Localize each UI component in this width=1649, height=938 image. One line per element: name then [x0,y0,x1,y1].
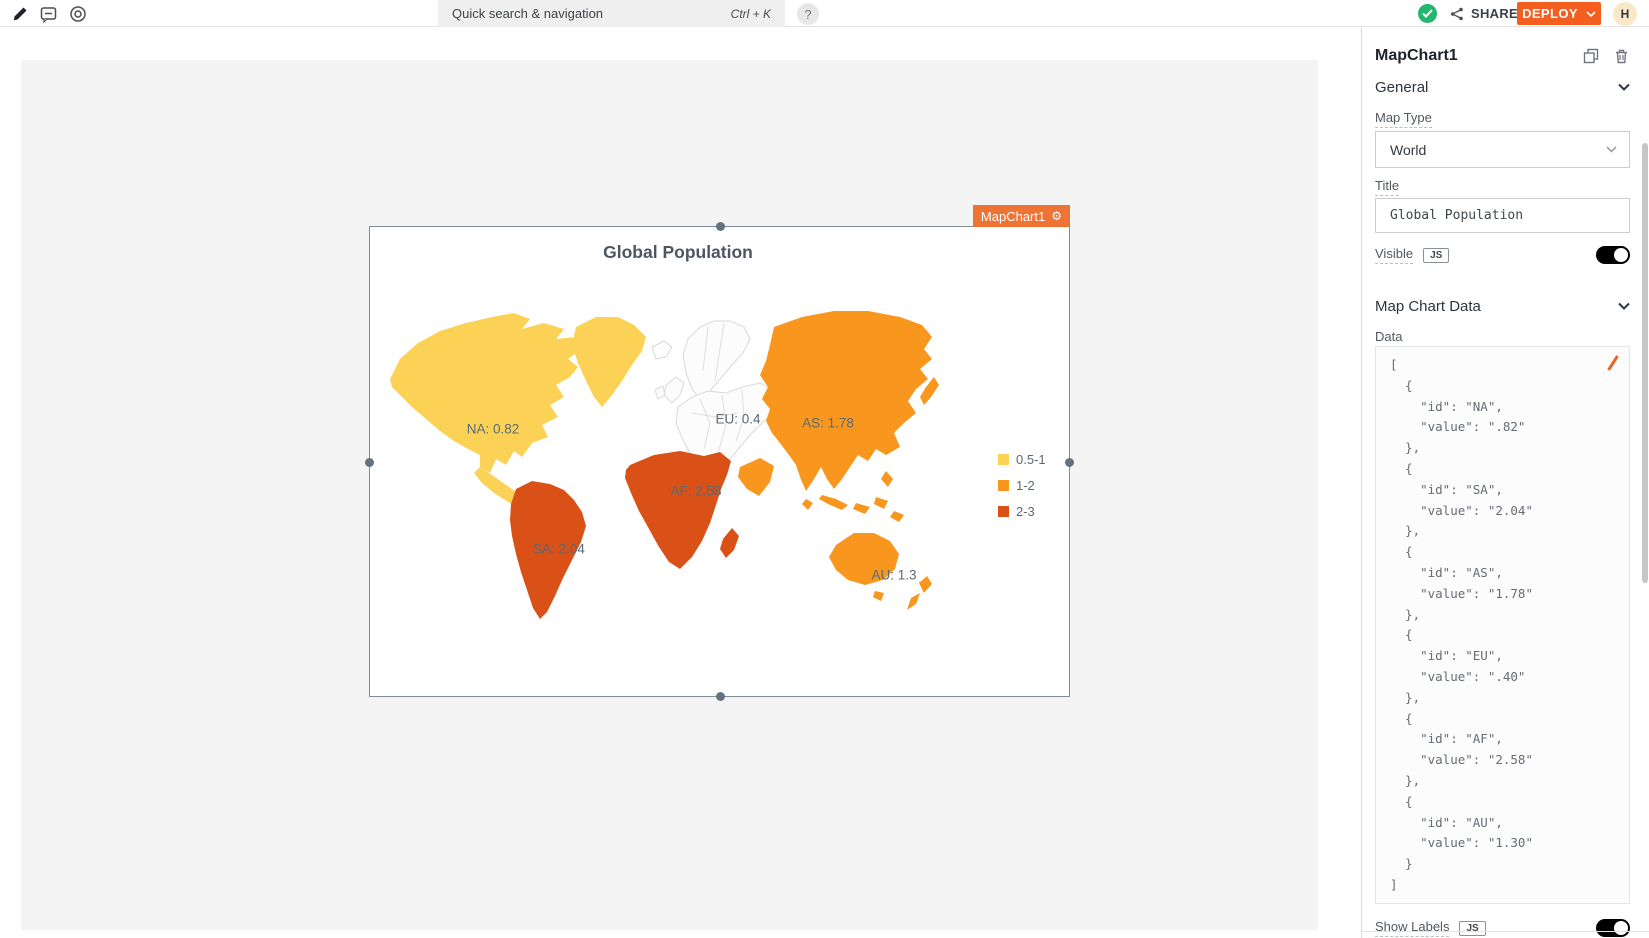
title-field-label: Title [1375,178,1630,194]
widget-name-badge[interactable]: MapChart1 ⚙ [973,205,1070,227]
map-type-label: Map Type [1375,110,1630,126]
help-button[interactable]: ? [797,3,819,25]
chevron-down-icon [1586,11,1596,17]
legend-item: 0.5-1 [998,446,1046,472]
code-line: }, [1390,688,1615,709]
region-label-eu: EU: 0.4 [715,412,760,427]
js-slash-icon[interactable] [1607,355,1619,371]
chart-legend: 0.5-1 1-2 2-3 [998,446,1046,524]
code-line: [ [1390,355,1615,376]
visible-js-toggle[interactable]: JS [1423,248,1449,263]
code-line: { [1390,542,1615,563]
region-label-na: NA: 0.82 [467,422,520,437]
panel-scrollbar[interactable] [1642,143,1648,583]
panel-bottom-divider [1361,931,1649,932]
deploy-label: DEPLOY [1522,6,1578,21]
code-line: { [1390,792,1615,813]
legend-swatch-orange [998,480,1009,491]
code-line: }, [1390,605,1615,626]
preview-mode-icon[interactable] [68,4,88,24]
region-label-af: AF: 2.58 [670,484,721,499]
widget-title: MapChart1 [1375,47,1568,65]
legend-swatch-yellow [998,454,1009,465]
code-line: "value": ".82" [1390,417,1615,438]
code-line: }, [1390,438,1615,459]
map-type-value: World [1390,142,1606,158]
code-line: "id": "EU", [1390,646,1615,667]
map-type-select[interactable]: World [1375,131,1630,168]
code-line: "value": "1.30" [1390,833,1615,854]
property-panel: MapChart1 General Map Type World Title G… [1361,27,1649,938]
section-general[interactable]: General [1375,77,1630,97]
code-line: ] [1390,875,1615,896]
code-line: { [1390,376,1615,397]
deploy-button[interactable]: DEPLOY [1517,2,1601,25]
code-line: { [1390,459,1615,480]
code-line: "value": "2.04" [1390,501,1615,522]
share-button[interactable]: SHARE [1450,3,1518,24]
code-line: { [1390,625,1615,646]
code-line: "id": "AS", [1390,563,1615,584]
chevron-down-icon [1606,146,1617,153]
user-avatar[interactable]: H [1613,2,1637,26]
edit-mode-pencil-icon[interactable] [10,4,30,24]
code-line: "id": "AF", [1390,729,1615,750]
legend-item: 1-2 [998,472,1046,498]
data-field-label: Data [1375,329,1630,345]
title-input[interactable]: Global Population [1375,198,1630,233]
region-label-sa: SA: 2.04 [533,542,585,557]
section-map-chart-data[interactable]: Map Chart Data [1375,296,1630,316]
search-placeholder: Quick search & navigation [452,6,731,21]
show-labels-js-toggle[interactable]: JS [1459,921,1485,936]
saved-check-icon [1418,4,1437,23]
code-line: "id": "AU", [1390,813,1615,834]
chevron-down-icon [1618,83,1630,91]
show-labels-label: Show Labels [1375,919,1449,937]
visible-toggle[interactable] [1596,246,1630,264]
toggle-knob [1614,248,1628,262]
show-labels-toggle[interactable] [1596,919,1630,937]
search-shortcut: Ctrl + K [731,7,771,21]
widget-name-label: MapChart1 [981,209,1045,224]
code-line: "value": ".40" [1390,667,1615,688]
visible-label: Visible [1375,246,1413,264]
legend-item: 2-3 [998,498,1046,524]
chevron-down-icon [1618,302,1630,310]
world-map [370,227,1071,698]
code-line: "id": "NA", [1390,397,1615,418]
panel-header: MapChart1 [1375,45,1630,67]
top-bar: Quick search & navigation Ctrl + K ? SHA… [0,0,1649,27]
legend-swatch-dark-orange [998,506,1009,517]
region-label-au: AU: 1.3 [871,568,916,583]
quick-search-input[interactable]: Quick search & navigation Ctrl + K [438,0,785,27]
code-line: } [1390,854,1615,875]
show-labels-row: Show Labels JS [1375,918,1630,938]
code-line: }, [1390,521,1615,542]
code-line: }, [1390,771,1615,792]
region-label-as: AS: 1.78 [802,416,854,431]
share-label: SHARE [1471,6,1518,21]
delete-widget-icon[interactable] [1613,48,1630,65]
copy-widget-icon[interactable] [1582,48,1599,65]
code-line: "value": "2.58" [1390,750,1615,771]
visible-row: Visible JS [1375,245,1630,265]
data-code-editor[interactable]: [ { "id": "NA", "value": ".82" }, { "id"… [1375,346,1630,904]
share-icon [1450,7,1464,21]
app-window: Quick search & navigation Ctrl + K ? SHA… [0,0,1649,938]
toggle-knob [1614,921,1628,935]
mapchart-widget[interactable]: MapChart1 ⚙ Global Population [369,226,1070,697]
widget-settings-gear-icon[interactable]: ⚙ [1051,210,1062,222]
comment-mode-icon[interactable] [38,4,58,24]
code-line: { [1390,709,1615,730]
code-line: "value": "1.78" [1390,584,1615,605]
code-line: "id": "SA", [1390,480,1615,501]
